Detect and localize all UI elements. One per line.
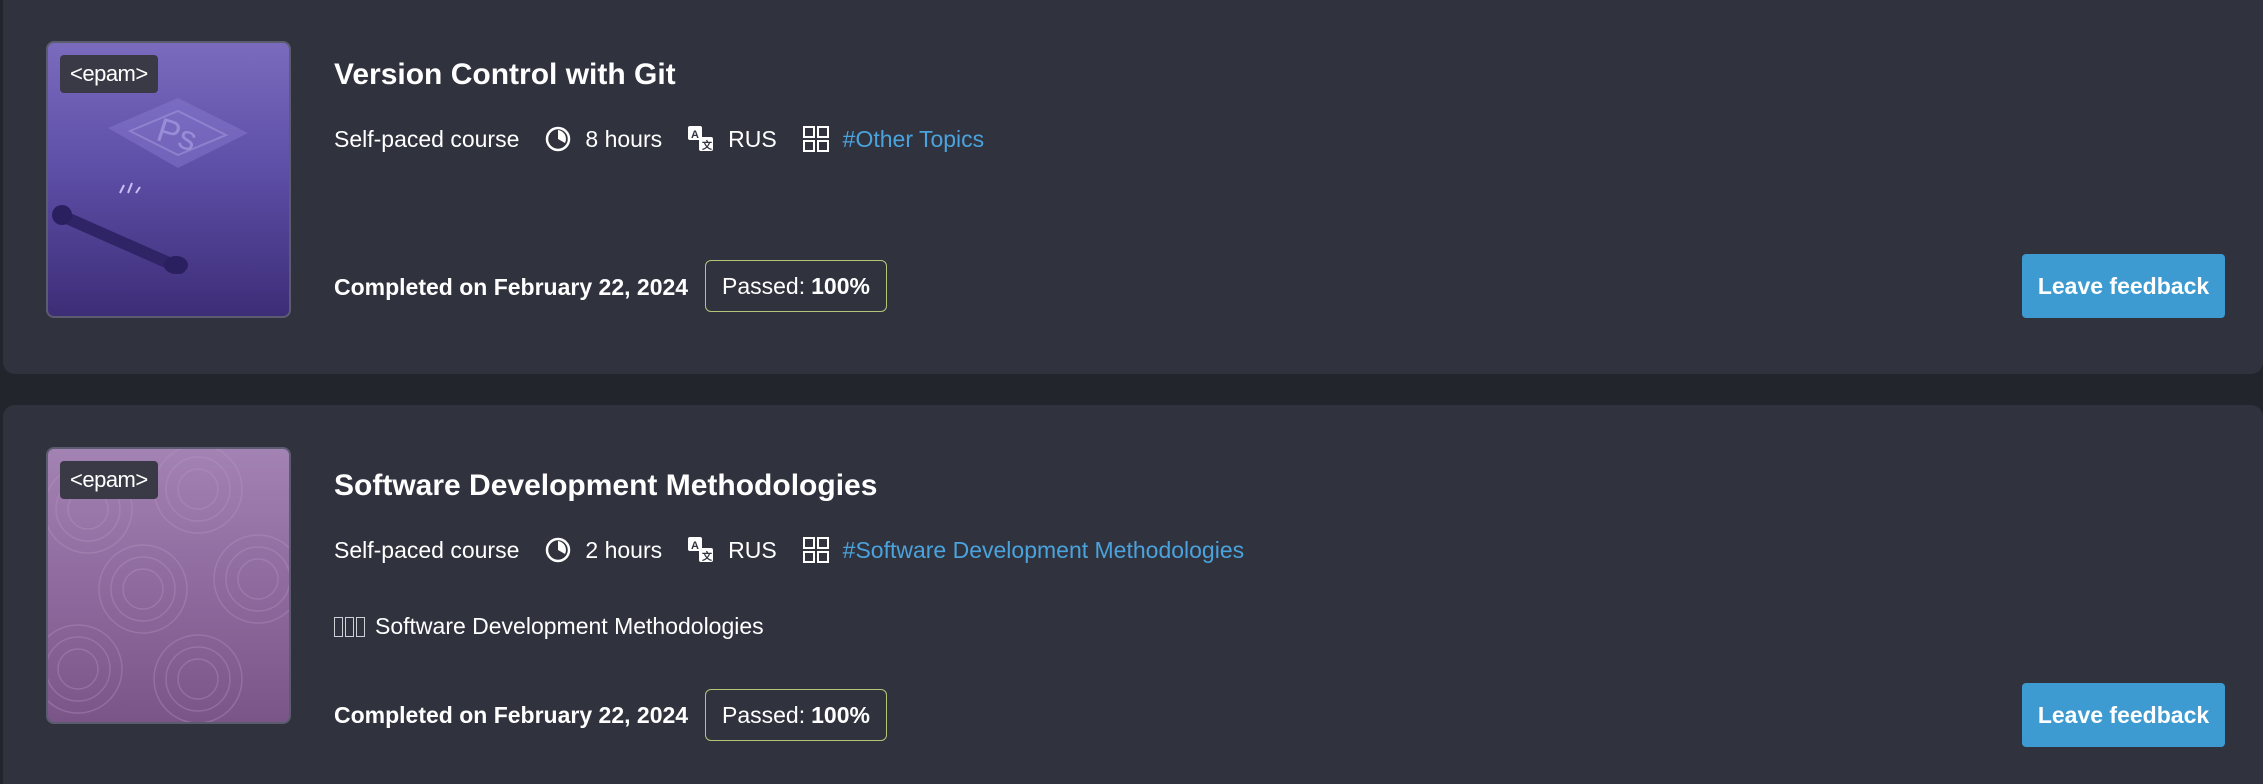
translate-icon: A文 (686, 124, 716, 154)
course-meta: Self-paced course 2 hours A文 RUS #Softwa… (334, 535, 1244, 565)
svg-text:A: A (691, 540, 699, 552)
course-meta: Self-paced course 8 hours A文 RUS #Other … (334, 124, 984, 154)
course-language: RUS (728, 125, 777, 152)
leave-feedback-button[interactable]: Leave feedback (2022, 683, 2225, 747)
course-tag-link[interactable]: #Other Topics (843, 126, 984, 153)
course-title[interactable]: Software Development Methodologies (334, 469, 877, 503)
description-text: Software Development Methodologies (375, 613, 764, 639)
passed-label: Passed: (722, 701, 806, 728)
passed-score: 100% (811, 272, 870, 299)
completion-date: Completed on February 22, 2024 (334, 702, 689, 728)
passed-badge: Passed: 100% (705, 260, 887, 312)
passed-label: Passed: (722, 272, 806, 299)
svg-text:文: 文 (702, 550, 713, 563)
category-grid-icon (801, 124, 831, 154)
course-description: Software Development Methodologies (334, 613, 764, 640)
course-card: Ps <epam> Version Control with Git Self-… (3, 0, 2263, 374)
clock-icon (543, 124, 573, 154)
course-type: Self-paced course (334, 125, 520, 152)
course-thumbnail[interactable]: <epam> (46, 447, 291, 724)
course-language: RUS (728, 536, 777, 563)
course-type: Self-paced course (334, 536, 520, 563)
course-duration: 8 hours (585, 125, 663, 152)
category-grid-icon (801, 535, 831, 565)
course-tag-link[interactable]: #Software Development Methodologies (843, 537, 1244, 564)
passed-score: 100% (811, 701, 870, 728)
course-card: <epam> Software Development Methodologie… (3, 405, 2263, 784)
leave-feedback-button[interactable]: Leave feedback (2022, 254, 2225, 318)
course-thumbnail[interactable]: Ps <epam> (46, 41, 291, 318)
course-title[interactable]: Version Control with Git (334, 58, 676, 92)
epam-logo: <epam> (60, 461, 158, 499)
course-duration: 2 hours (585, 536, 663, 563)
course-list: Ps <epam> Version Control with Git Self-… (0, 0, 2263, 784)
passed-badge: Passed: 100% (705, 689, 887, 741)
svg-text:A: A (691, 129, 699, 141)
svg-text:文: 文 (702, 139, 713, 152)
clock-icon (543, 535, 573, 565)
missing-glyph-icon (334, 616, 365, 637)
translate-icon: A文 (686, 535, 716, 565)
epam-logo: <epam> (60, 55, 158, 93)
completion-date: Completed on February 22, 2024 (334, 274, 689, 300)
